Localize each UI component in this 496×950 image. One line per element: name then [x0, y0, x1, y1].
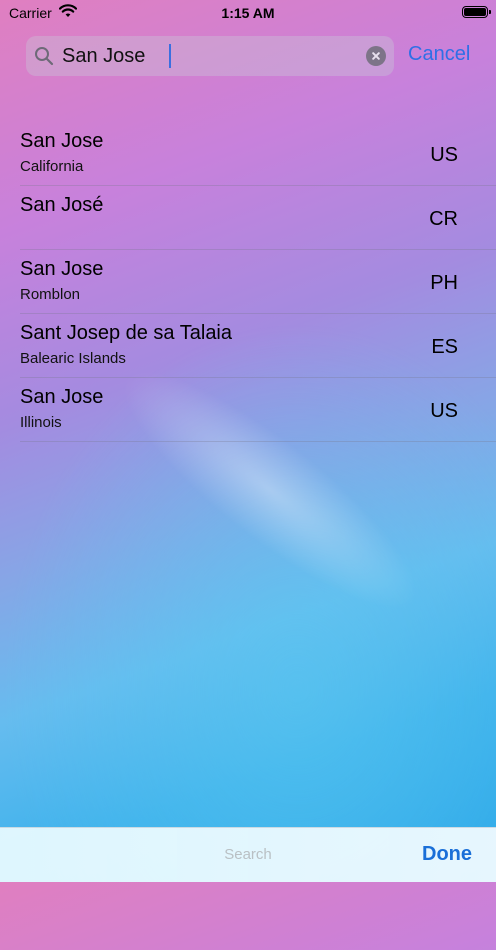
country-code: ES [431, 336, 458, 358]
city-name: Sant Josep de sa Talaia [20, 322, 233, 344]
done-button[interactable]: Done [422, 843, 472, 866]
city-name: San Jose [20, 386, 104, 408]
region-name: Balearic Islands [20, 350, 126, 367]
country-code: CR [429, 208, 458, 230]
clock: 1:15 AM [221, 5, 275, 21]
result-row[interactable]: Sant Josep de sa Talaia Balearic Islands… [0, 314, 496, 378]
city-name: San Jose [20, 258, 104, 280]
results-list: San Jose California US San José CR San J… [0, 122, 496, 442]
status-bar: Carrier 1:15 AM [0, 0, 496, 26]
region-name: Romblon [20, 286, 81, 303]
search-input[interactable] [62, 36, 352, 76]
result-row[interactable]: San Jose California US [0, 122, 496, 186]
region-name: California [20, 158, 84, 175]
country-code: PH [430, 272, 458, 294]
city-name: San José [20, 194, 104, 216]
country-code: US [430, 400, 458, 422]
text-cursor [169, 44, 171, 68]
cancel-button[interactable]: Cancel [408, 43, 470, 66]
battery-icon [462, 6, 491, 18]
keyboard-toolbar: Search Done [0, 827, 496, 882]
clear-icon[interactable] [366, 46, 386, 66]
result-row[interactable]: San Jose Illinois US [0, 378, 496, 442]
region-name: Illinois [20, 414, 62, 431]
result-row[interactable]: San Jose Romblon PH [0, 250, 496, 314]
country-code: US [430, 144, 458, 166]
search-field[interactable] [26, 36, 394, 76]
city-name: San Jose [20, 130, 104, 152]
search-icon [34, 46, 54, 71]
result-row[interactable]: San José CR [0, 186, 496, 250]
